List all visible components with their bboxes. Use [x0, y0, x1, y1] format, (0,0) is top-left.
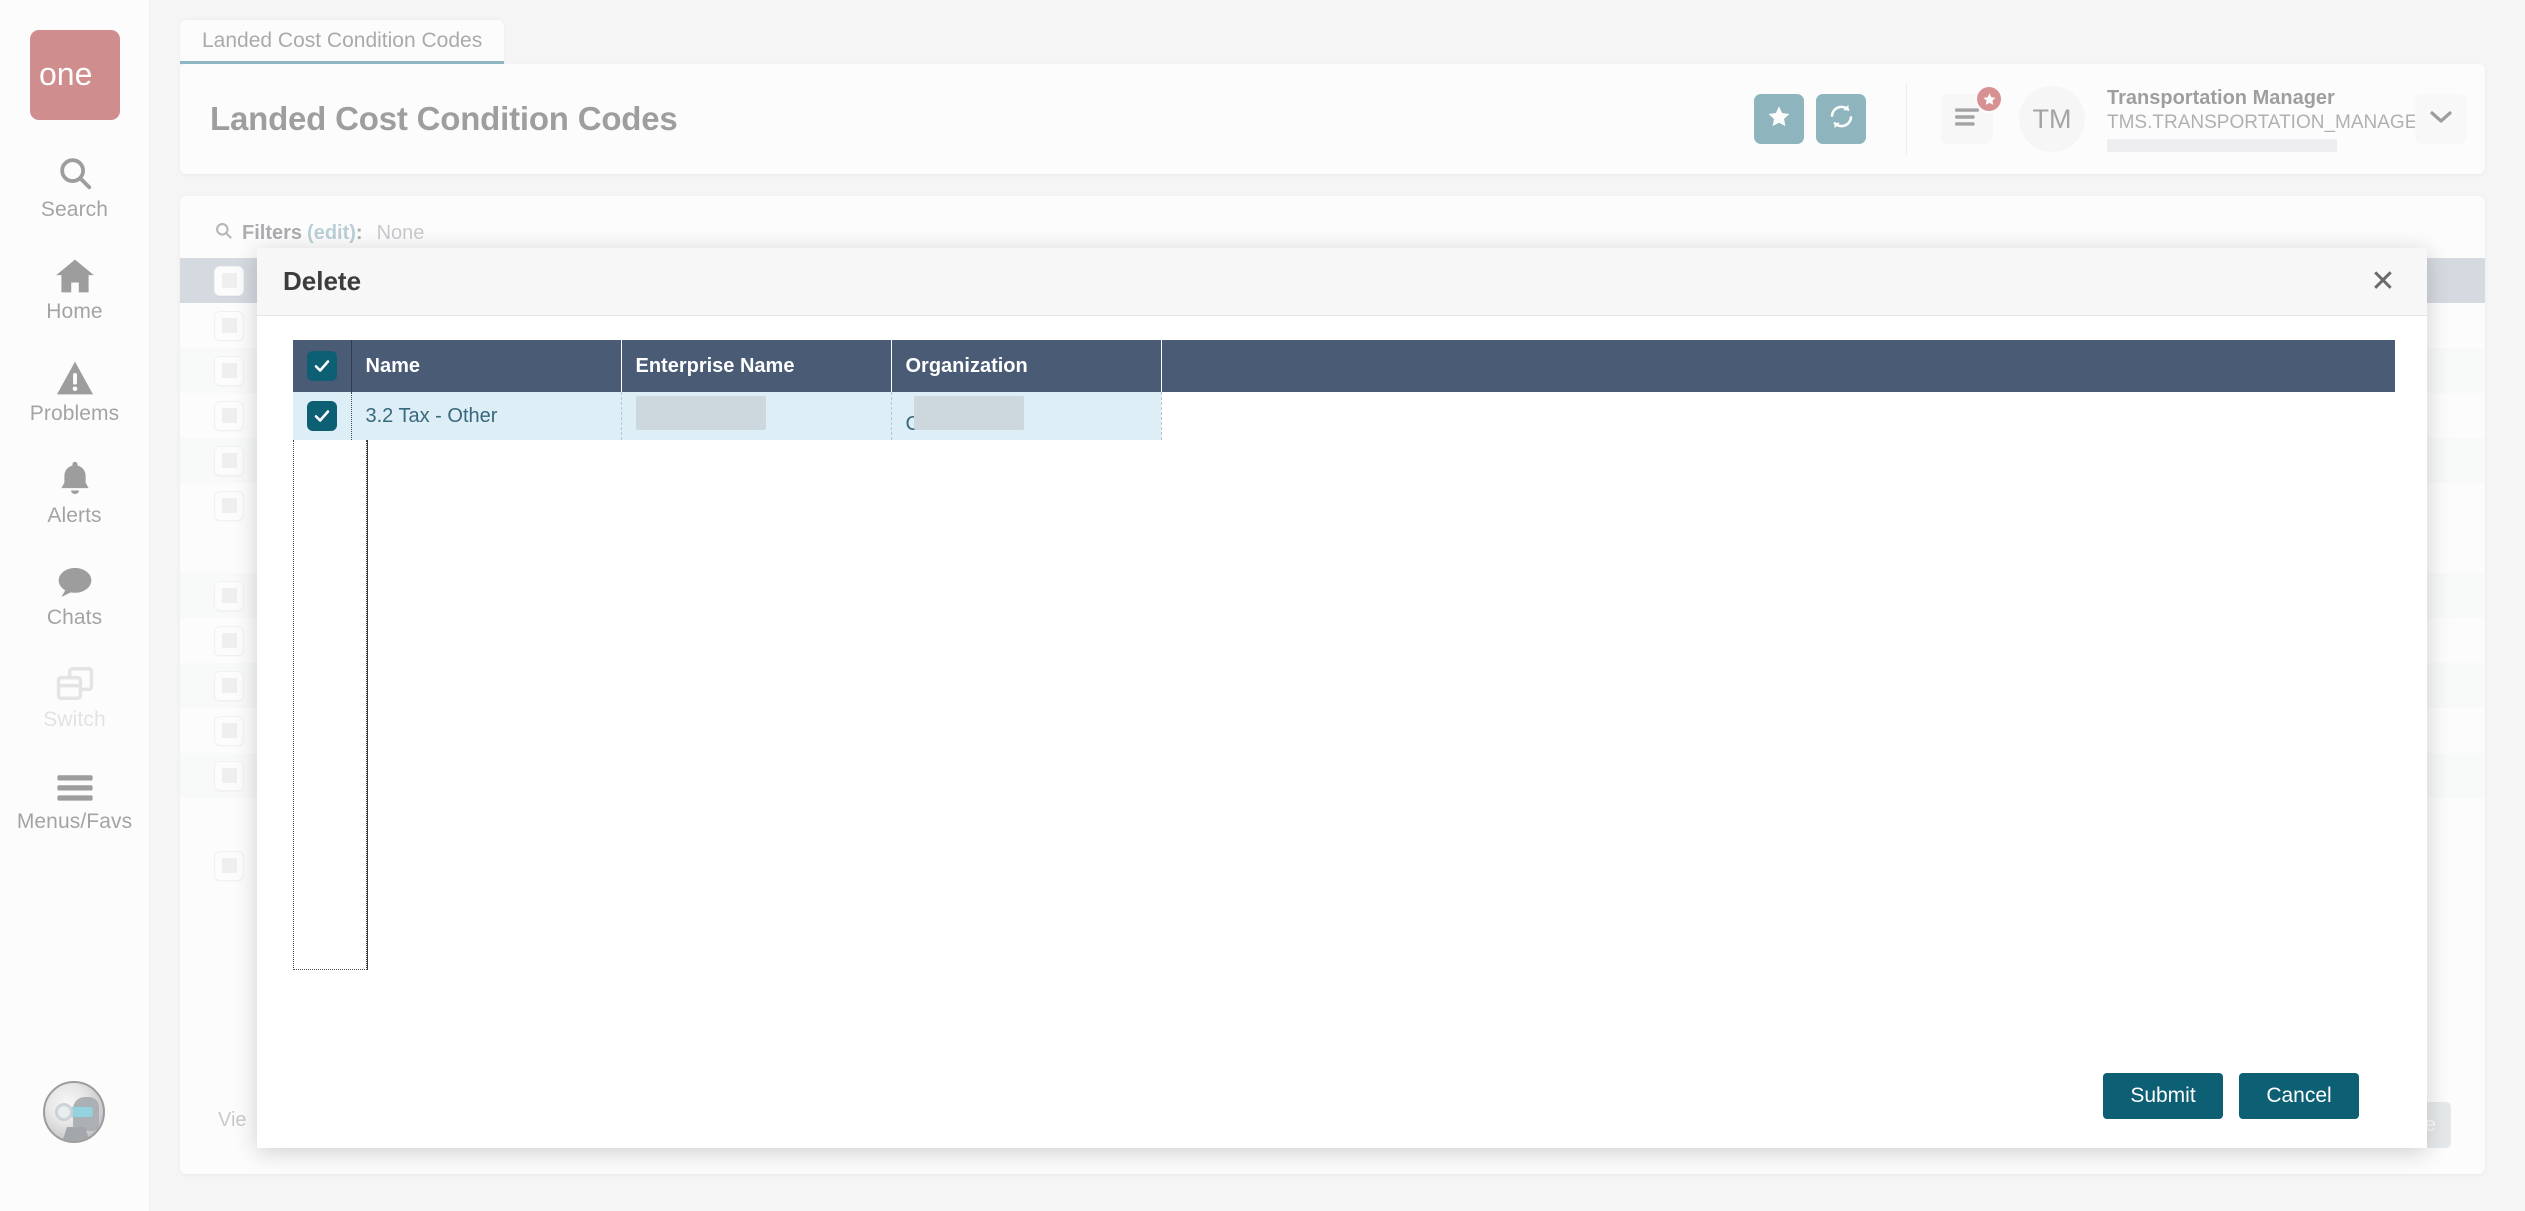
cell-organization[interactable]: C [891, 392, 1162, 440]
table-row[interactable]: 3.2 Tax - Other C [293, 392, 2395, 440]
modal-title: Delete [283, 266, 362, 296]
app-root: one Search Home [0, 0, 2525, 1211]
column-header-filler [1161, 340, 2395, 392]
select-all-checkbox[interactable] [306, 351, 337, 381]
modal-footer: Submit Cancel [257, 1044, 2427, 1148]
select-all-header [293, 340, 352, 392]
redacted-value [635, 396, 766, 430]
row-checkbox[interactable] [306, 401, 337, 431]
delete-grid: Name Enterprise Name Organization 3.2 Ta… [293, 340, 2395, 440]
cancel-button[interactable]: Cancel [2239, 1073, 2359, 1119]
close-icon[interactable]: ✕ [2363, 262, 2403, 302]
cell-enterprise-name[interactable] [621, 392, 892, 440]
row-select-cell [293, 392, 352, 440]
modal-body: Name Enterprise Name Organization 3.2 Ta… [257, 316, 2427, 1044]
cell-name[interactable]: 3.2 Tax - Other [351, 392, 622, 440]
redacted-value [913, 396, 1024, 430]
empty-column-divider [367, 440, 368, 970]
delete-modal: Delete ✕ Name Enterprise Name Organizati… [257, 248, 2427, 1148]
cell-filler [1161, 392, 2395, 440]
modal-header: Delete ✕ [257, 248, 2427, 316]
submit-button[interactable]: Submit [2103, 1073, 2223, 1119]
table-header-row: Name Enterprise Name Organization [293, 340, 2395, 392]
empty-select-column [293, 440, 367, 970]
column-header-name[interactable]: Name [351, 340, 622, 392]
column-header-organization[interactable]: Organization [891, 340, 1162, 392]
column-header-enterprise-name[interactable]: Enterprise Name [621, 340, 892, 392]
